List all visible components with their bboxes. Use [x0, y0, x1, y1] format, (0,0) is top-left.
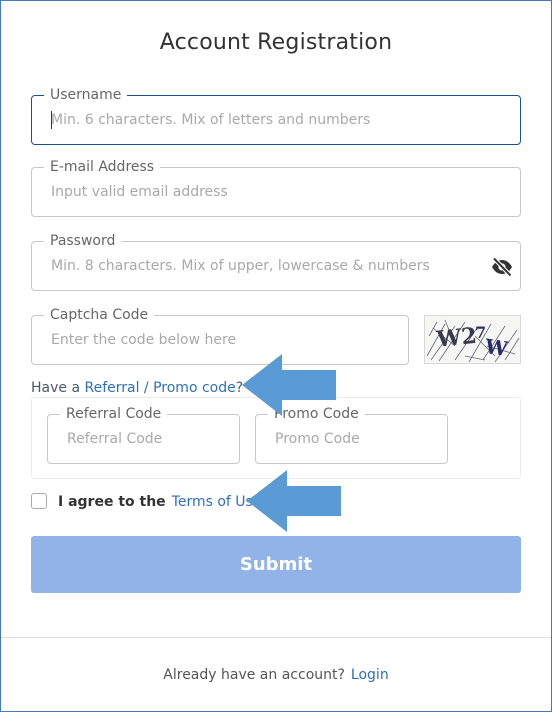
- eye-off-icon[interactable]: [490, 255, 514, 279]
- svg-text:7: 7: [475, 323, 486, 342]
- page-title: Account Registration: [159, 30, 393, 55]
- captcha-field[interactable]: Captcha Code: [31, 306, 409, 365]
- captcha-image: W2 7 W: [424, 315, 521, 364]
- login-prompt-text: Already have an account?: [163, 667, 345, 683]
- referral-prompt-prefix: Have a: [31, 380, 85, 396]
- text-cursor: [51, 111, 52, 129]
- svg-text:W2: W2: [434, 323, 478, 353]
- terms-checkbox[interactable]: [31, 493, 47, 509]
- referral-code-input[interactable]: [67, 415, 231, 463]
- footer-divider: [1, 637, 551, 638]
- annotation-arrow-left-icon: [247, 470, 341, 532]
- username-field[interactable]: Username: [31, 86, 521, 145]
- email-input[interactable]: [51, 168, 480, 216]
- svg-text:W: W: [483, 334, 510, 361]
- referral-promo-link[interactable]: Referral / Promo code: [84, 380, 235, 396]
- promo-code-input[interactable]: [275, 415, 439, 463]
- captcha-input[interactable]: [51, 316, 398, 364]
- submit-button[interactable]: Submit: [31, 536, 521, 593]
- password-input[interactable]: [51, 242, 480, 290]
- annotation-arrow-left-icon: [242, 354, 336, 416]
- referral-code-field[interactable]: Referral Code: [47, 405, 240, 464]
- referral-prompt: Have a Referral / Promo code?: [31, 380, 243, 396]
- email-field[interactable]: E-mail Address: [31, 158, 521, 217]
- promo-code-field[interactable]: Promo Code: [255, 405, 448, 464]
- login-link[interactable]: Login: [351, 667, 389, 683]
- terms-text: I agree to the Terms of Use: [58, 494, 261, 510]
- username-input[interactable]: [51, 96, 480, 144]
- password-field[interactable]: Password: [31, 232, 521, 291]
- terms-label: I agree to the: [58, 494, 166, 510]
- login-prompt: Already have an account? Login: [0, 667, 552, 683]
